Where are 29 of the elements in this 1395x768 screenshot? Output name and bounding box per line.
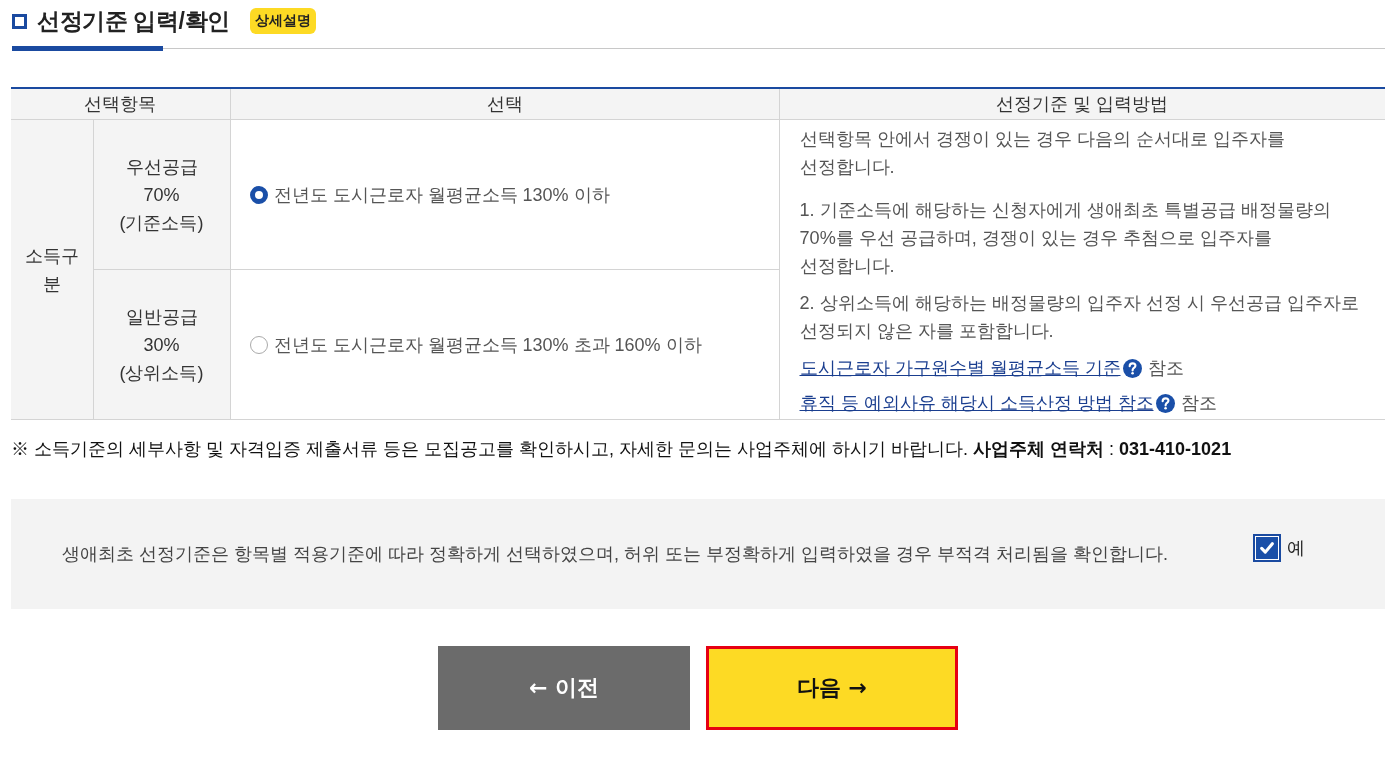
option-label[interactable]: 전년도 도시근로자 월평균소득 130% 이하	[273, 180, 610, 209]
link[interactable]: 휴직 등 예외사유 해당시 소득산정 방법 참조	[799, 389, 1154, 417]
reference-text: 참조	[1180, 392, 1217, 415]
checkbox[interactable]	[1253, 534, 1281, 562]
radio-button[interactable]	[249, 185, 268, 204]
checkbox-label[interactable]: 예	[1287, 536, 1305, 560]
row-group-label: 소득구분	[23, 244, 80, 296]
notice-text: ※ 소득기준의 세부사항 및 자격입증 제출서류 등은 모집공고를 확인하시고, 자세한 문의는 사업주체에 하시기 바랍니다. 사업주체 연락처 : 031-410-1021	[11, 438, 1233, 461]
row-label: 우선공급 70% (기준소득)	[119, 155, 204, 235]
guide-text: 선택항목 안에서 경쟁이 있는 경우 다음의 순서대로 입주자를 선정합니다.	[799, 128, 1286, 179]
check-icon	[1260, 542, 1274, 554]
previous-button[interactable]: ← 이전	[438, 646, 690, 730]
guide-text: 2. 상위소득에 해당하는 배정물량의 입주자 선정 시 우선공급 입주자로 선정되지 않은 자를 포함합니다.	[799, 292, 1360, 343]
column-header: 선정기준 및 입력방법	[996, 94, 1169, 114]
details-button[interactable]: 상세설명	[249, 8, 316, 34]
help-icon[interactable]	[1122, 358, 1142, 378]
next-button[interactable]: 다음 →	[706, 646, 958, 730]
reference-text: 참조	[1147, 357, 1184, 380]
column-header: 선택	[486, 94, 523, 114]
column-header: 선택항목	[84, 94, 157, 114]
square-icon	[12, 13, 27, 29]
help-icon[interactable]	[1155, 393, 1175, 413]
link[interactable]: 도시근로자 가구원수별 월평균소득 기준	[799, 354, 1121, 382]
confirm-text: 생애최초 선정기준은 항목별 적용기준에 따라 정확하게 선택하였으며, 허위 또는 부정확하게 입력하였을 경우 부적격 처리됨을 확인합니다.	[62, 543, 1169, 566]
guide-text: 1. 기준소득에 해당하는 신청자에게 생애최초 특별공급 배정물량의 70%를 우선 공급하며, 경쟁이 있는 경우 추첨으로 입주자를 선정합니다.	[799, 199, 1332, 278]
radio-button[interactable]	[249, 335, 268, 354]
option-label[interactable]: 전년도 도시근로자 월평균소득 130% 초과 160% 이하	[273, 330, 702, 359]
row-label: 일반공급 30% (상위소득)	[119, 305, 204, 385]
section-title: 선정기준 입력/확인	[37, 6, 230, 36]
